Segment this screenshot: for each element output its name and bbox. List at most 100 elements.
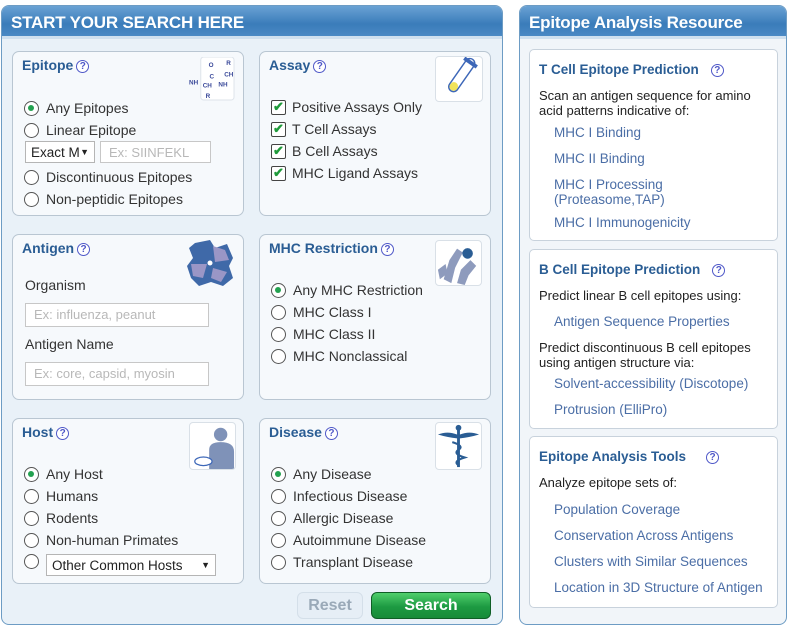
help-icon[interactable]: ?	[77, 243, 91, 256]
organism-input[interactable]: Ex: influenza, peanut	[25, 303, 209, 327]
assay-box: Assay? ✔ Positive Assays Only ✔ T Cell Ass…	[259, 51, 491, 216]
link-location-3d-structure[interactable]: Location in 3D Structure of Antigen	[554, 580, 772, 595]
checkbox-positive-assays-only[interactable]: ✔ Positive Assays Only	[271, 97, 422, 117]
svg-text:CH: CH	[203, 82, 213, 89]
assay-title: Assay	[269, 57, 311, 73]
help-icon[interactable]: ?	[712, 264, 726, 277]
radio-button[interactable]	[271, 282, 286, 298]
epitope-analysis-tools-box: Epitope Analysis Tools? Analyze epitope …	[529, 436, 778, 608]
radio-button[interactable]	[271, 326, 286, 342]
checkbox[interactable]: ✔	[271, 165, 286, 181]
radio-any-host[interactable]: Any Host	[24, 464, 103, 484]
radio-mhc-nonclassical[interactable]: MHC Nonclassical	[271, 346, 407, 366]
caduceus-icon	[435, 422, 482, 470]
link-mhc-i-binding[interactable]: MHC I Binding	[554, 125, 641, 140]
antigen-box: Antigen? Organism Ex: influenza, peanut …	[12, 234, 244, 400]
antigen-name-input[interactable]: Ex: core, capsid, myosin	[25, 362, 209, 386]
link-discotope[interactable]: Solvent-accessibility (Discotope)	[554, 376, 748, 391]
radio-button[interactable]	[24, 191, 39, 207]
host-box: Host? Any Host Humans Rodents Non-human …	[12, 418, 244, 584]
radio-mhc-class-i[interactable]: MHC Class I	[271, 302, 372, 322]
checkbox-b-cell-assays[interactable]: ✔ B Cell Assays	[271, 141, 378, 161]
svg-text:CH: CH	[224, 72, 234, 79]
t-cell-description: Scan an antigen sequence for amino acid …	[539, 88, 751, 118]
help-icon[interactable]: ?	[380, 243, 394, 256]
radio-any-mhc-restriction[interactable]: Any MHC Restriction	[271, 280, 423, 300]
help-icon[interactable]: ?	[313, 60, 327, 73]
radio-other-common-hosts[interactable]	[24, 551, 46, 571]
radio-button[interactable]	[24, 169, 39, 185]
svg-text:C: C	[210, 74, 215, 81]
epitope-box: Epitope? O C R CH NH CH NH R Any Epitopes Line…	[12, 51, 244, 216]
link-clusters-similar-sequences[interactable]: Clusters with Similar Sequences	[554, 554, 748, 569]
checkbox-t-cell-assays[interactable]: ✔ T Cell Assays	[271, 119, 377, 139]
radio-infectious-disease[interactable]: Infectious Disease	[271, 486, 407, 506]
radio-humans[interactable]: Humans	[24, 486, 98, 506]
mhc-restriction-title: MHC Restriction	[269, 240, 378, 256]
radio-any-disease[interactable]: Any Disease	[271, 464, 372, 484]
epitope-sequence-input[interactable]: Ex: SIINFEKL	[100, 141, 211, 163]
checkbox[interactable]: ✔	[271, 143, 286, 159]
radio-mhc-class-ii[interactable]: MHC Class II	[271, 324, 375, 344]
t-cell-prediction-title: T Cell Epitope Prediction	[539, 62, 699, 77]
other-common-hosts-select[interactable]: Other Common Hosts ▼	[46, 554, 216, 576]
reset-button[interactable]: Reset	[297, 592, 363, 619]
svg-text:O: O	[209, 62, 214, 69]
radio-allergic-disease[interactable]: Allergic Disease	[271, 508, 393, 528]
svg-text:NH: NH	[189, 79, 199, 86]
search-button[interactable]: Search	[371, 592, 491, 619]
epitope-title: Epitope	[22, 57, 74, 73]
radio-button[interactable]	[271, 348, 286, 364]
host-person-mouse-icon	[189, 422, 236, 470]
help-icon[interactable]: ?	[56, 427, 70, 440]
help-icon[interactable]: ?	[76, 60, 90, 73]
radio-transplant-disease[interactable]: Transplant Disease	[271, 552, 413, 572]
radio-button[interactable]	[24, 122, 39, 138]
b-cell-linear-description: Predict linear B cell epitopes using:	[539, 288, 742, 303]
radio-button[interactable]	[271, 532, 286, 548]
radio-button[interactable]	[24, 100, 39, 116]
protein-structure-icon	[185, 238, 235, 288]
radio-button[interactable]	[271, 466, 286, 482]
checkbox-mhc-ligand-assays[interactable]: ✔ MHC Ligand Assays	[271, 163, 418, 183]
radio-button[interactable]	[24, 532, 39, 548]
radio-button[interactable]	[24, 510, 39, 526]
radio-button[interactable]	[24, 466, 39, 482]
b-cell-prediction-box: B Cell Epitope Prediction? Predict linea…	[529, 249, 778, 429]
match-type-select[interactable]: Exact M ▼	[25, 141, 95, 163]
help-icon[interactable]: ?	[324, 427, 338, 440]
radio-button[interactable]	[24, 488, 39, 504]
resource-panel-title: Epitope Analysis Resource	[520, 6, 786, 39]
radio-linear-epitope[interactable]: Linear Epitope	[24, 120, 136, 140]
link-mhc-i-immunogenicity[interactable]: MHC I Immunogenicity	[554, 215, 691, 230]
link-ellipro[interactable]: Protrusion (ElliPro)	[554, 402, 667, 417]
radio-button[interactable]	[271, 510, 286, 526]
radio-non-human-primates[interactable]: Non-human Primates	[24, 530, 178, 550]
help-icon[interactable]: ?	[706, 451, 720, 464]
link-conservation-across-antigens[interactable]: Conservation Across Antigens	[554, 528, 733, 543]
checkbox[interactable]: ✔	[271, 99, 286, 115]
link-mhc-i-processing[interactable]: MHC I Processing (Proteasome,TAP)	[554, 177, 694, 207]
link-mhc-ii-binding[interactable]: MHC II Binding	[554, 151, 645, 166]
antigen-title: Antigen	[22, 240, 75, 256]
svg-text:R: R	[226, 60, 231, 67]
radio-any-epitopes[interactable]: Any Epitopes	[24, 98, 129, 118]
radio-discontinuous-epitopes[interactable]: Discontinuous Epitopes	[24, 167, 192, 187]
radio-rodents[interactable]: Rodents	[24, 508, 98, 528]
radio-button[interactable]	[24, 553, 39, 569]
peptide-structure-icon: O C R CH NH CH NH R	[189, 57, 236, 102]
radio-button[interactable]	[271, 488, 286, 504]
checkbox[interactable]: ✔	[271, 121, 286, 137]
link-antigen-sequence-properties[interactable]: Antigen Sequence Properties	[554, 314, 730, 329]
disease-box: Disease? Any Disease Infectious Disease …	[259, 418, 491, 584]
radio-non-peptidic-epitopes[interactable]: Non-peptidic Epitopes	[24, 189, 183, 209]
link-population-coverage[interactable]: Population Coverage	[554, 502, 680, 517]
b-cell-discontinuous-description: Predict discontinuous B cell epitopes us…	[539, 340, 751, 370]
help-icon[interactable]: ?	[710, 64, 724, 77]
radio-button[interactable]	[271, 554, 286, 570]
svg-text:R: R	[206, 93, 211, 100]
radio-button[interactable]	[271, 304, 286, 320]
mhc-molecule-icon	[435, 240, 482, 286]
radio-autoimmune-disease[interactable]: Autoimmune Disease	[271, 530, 426, 550]
svg-text:NH: NH	[218, 81, 228, 88]
